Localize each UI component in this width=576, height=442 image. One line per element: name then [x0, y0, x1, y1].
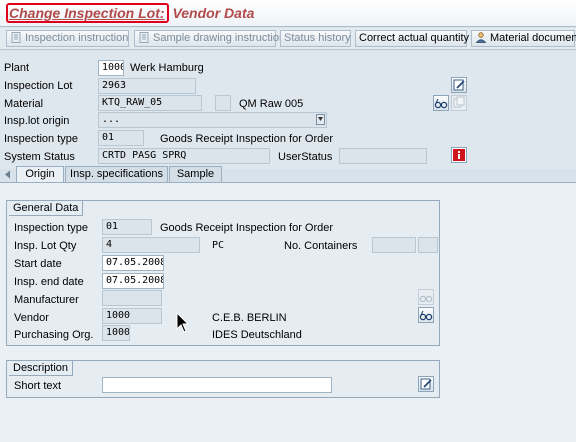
no-containers-field[interactable]: [372, 237, 416, 253]
manufacturer-display-button[interactable]: [418, 289, 434, 305]
f4-help-icon[interactable]: [316, 114, 325, 125]
inspection-lot-origin-label: Insp.lot origin: [4, 115, 70, 127]
edit-long-text-button-2[interactable]: [418, 376, 434, 392]
no-containers-unit-field[interactable]: [418, 237, 438, 253]
no-containers-label: No. Containers: [284, 240, 358, 252]
inspection-type-field[interactable]: 01: [98, 130, 144, 146]
user-status-field[interactable]: [339, 148, 427, 164]
general-inspection-type-description: Goods Receipt Inspection for Order: [160, 222, 334, 234]
glasses-icon: [419, 310, 433, 321]
document-icon: [139, 32, 149, 43]
title-highlight: Change Inspection Lot:: [6, 3, 169, 23]
application-toolbar: Inspection instruction Sample drawing in…: [0, 28, 576, 50]
general-inspection-type-field[interactable]: 01: [102, 219, 152, 235]
purchasing-org-description: IDES Deutschland: [212, 329, 302, 341]
tab-sample-label: Sample: [176, 168, 215, 180]
sample-drawing-instruction-label: Sample drawing instruction: [153, 32, 286, 44]
material-documents-label: Material documents: [490, 32, 576, 44]
material-documents-icon: [475, 32, 487, 43]
insp-end-date-field[interactable]: 07.05.2008: [102, 273, 164, 289]
tab-origin[interactable]: Origin: [16, 166, 64, 183]
general-data-title: General Data: [9, 201, 84, 216]
inspection-type-label: Inspection type: [4, 133, 78, 145]
manufacturer-label: Manufacturer: [14, 294, 79, 306]
copy-icon: [453, 96, 465, 108]
insp-lot-qty-unit: PC: [212, 240, 225, 251]
pencil-icon: [453, 79, 465, 91]
short-text-label: Short text: [14, 380, 62, 392]
purchasing-org-label: Purchasing Org.: [14, 329, 94, 341]
glasses-icon: [434, 98, 448, 109]
plant-field[interactable]: 1000: [98, 60, 124, 76]
inspection-lot-label: Inspection Lot: [4, 80, 73, 92]
insp-lot-qty-field[interactable]: 4: [102, 237, 200, 253]
material-documents-button[interactable]: Material documents: [471, 30, 576, 47]
pencil-icon: [420, 378, 432, 390]
material-copy-button[interactable]: [451, 95, 467, 111]
inspection-lot-field[interactable]: 2963: [98, 78, 196, 94]
vendor-description: C.E.B. BERLIN: [212, 312, 287, 324]
tab-insp-specifications[interactable]: Insp. specifications: [65, 166, 168, 182]
vendor-label: Vendor: [14, 312, 49, 324]
page-title: Change Inspection Lot: Vendor Data: [6, 3, 255, 23]
vendor-field[interactable]: 1000: [102, 308, 162, 324]
status-history-label: Status history: [284, 32, 351, 44]
manufacturer-field[interactable]: [102, 290, 162, 306]
tab-origin-label: Origin: [25, 168, 55, 180]
inspection-type-description: Goods Receipt Inspection for Order: [160, 133, 334, 145]
status-info-button[interactable]: [451, 147, 467, 163]
inspection-instruction-button[interactable]: Inspection instruction: [6, 30, 129, 47]
general-inspection-type-label: Inspection type: [14, 222, 88, 234]
plant-description: Werk Hamburg: [130, 62, 204, 74]
correct-actual-quantity-label: Correct actual quantity: [359, 32, 470, 44]
material-display-button[interactable]: [433, 95, 449, 111]
glasses-icon: [419, 295, 433, 303]
purchasing-org-field[interactable]: 1000: [102, 325, 130, 341]
edit-long-text-button[interactable]: [451, 77, 467, 93]
tab-strip: Origin Insp. specifications Sample: [0, 166, 576, 183]
description-title: Description: [9, 361, 74, 376]
material-label: Material: [4, 98, 44, 110]
plant-label: Plant: [4, 62, 30, 74]
inspection-instruction-label: Inspection instruction: [25, 32, 129, 44]
correct-actual-quantity-button[interactable]: Correct actual quantity: [355, 30, 470, 47]
material-field[interactable]: KTQ_RAW_05: [98, 95, 202, 111]
mouse-cursor-icon: [176, 312, 190, 333]
material-description: QM Raw 005: [239, 98, 304, 110]
tab-scroll-left-icon[interactable]: [4, 170, 12, 179]
title-rest: Vendor Data: [168, 5, 255, 21]
insp-end-date-label: Insp. end date: [14, 276, 84, 288]
inspection-lot-origin-value: ...: [102, 114, 121, 125]
info-icon: [453, 149, 465, 161]
material-indicator-field[interactable]: [215, 95, 231, 111]
document-icon: [11, 32, 21, 43]
vendor-display-button[interactable]: [418, 307, 434, 323]
tab-insp-specifications-label: Insp. specifications: [70, 168, 163, 180]
short-text-field[interactable]: [102, 377, 332, 393]
sample-drawing-instruction-button[interactable]: Sample drawing instruction: [134, 30, 285, 47]
system-status-label: System Status: [4, 151, 75, 163]
insp-lot-qty-label: Insp. Lot Qty: [14, 240, 77, 252]
tab-sample[interactable]: Sample: [169, 166, 222, 182]
inspection-lot-origin-field[interactable]: ...: [98, 112, 327, 128]
system-status-field[interactable]: CRTD PASG SPRQ: [98, 148, 270, 164]
status-history-button[interactable]: Status history: [280, 30, 351, 47]
title-bar: Change Inspection Lot: Vendor Data: [0, 0, 576, 27]
start-date-label: Start date: [14, 258, 62, 270]
user-status-label: UserStatus: [278, 151, 333, 163]
start-date-field[interactable]: 07.05.2008: [102, 255, 164, 271]
